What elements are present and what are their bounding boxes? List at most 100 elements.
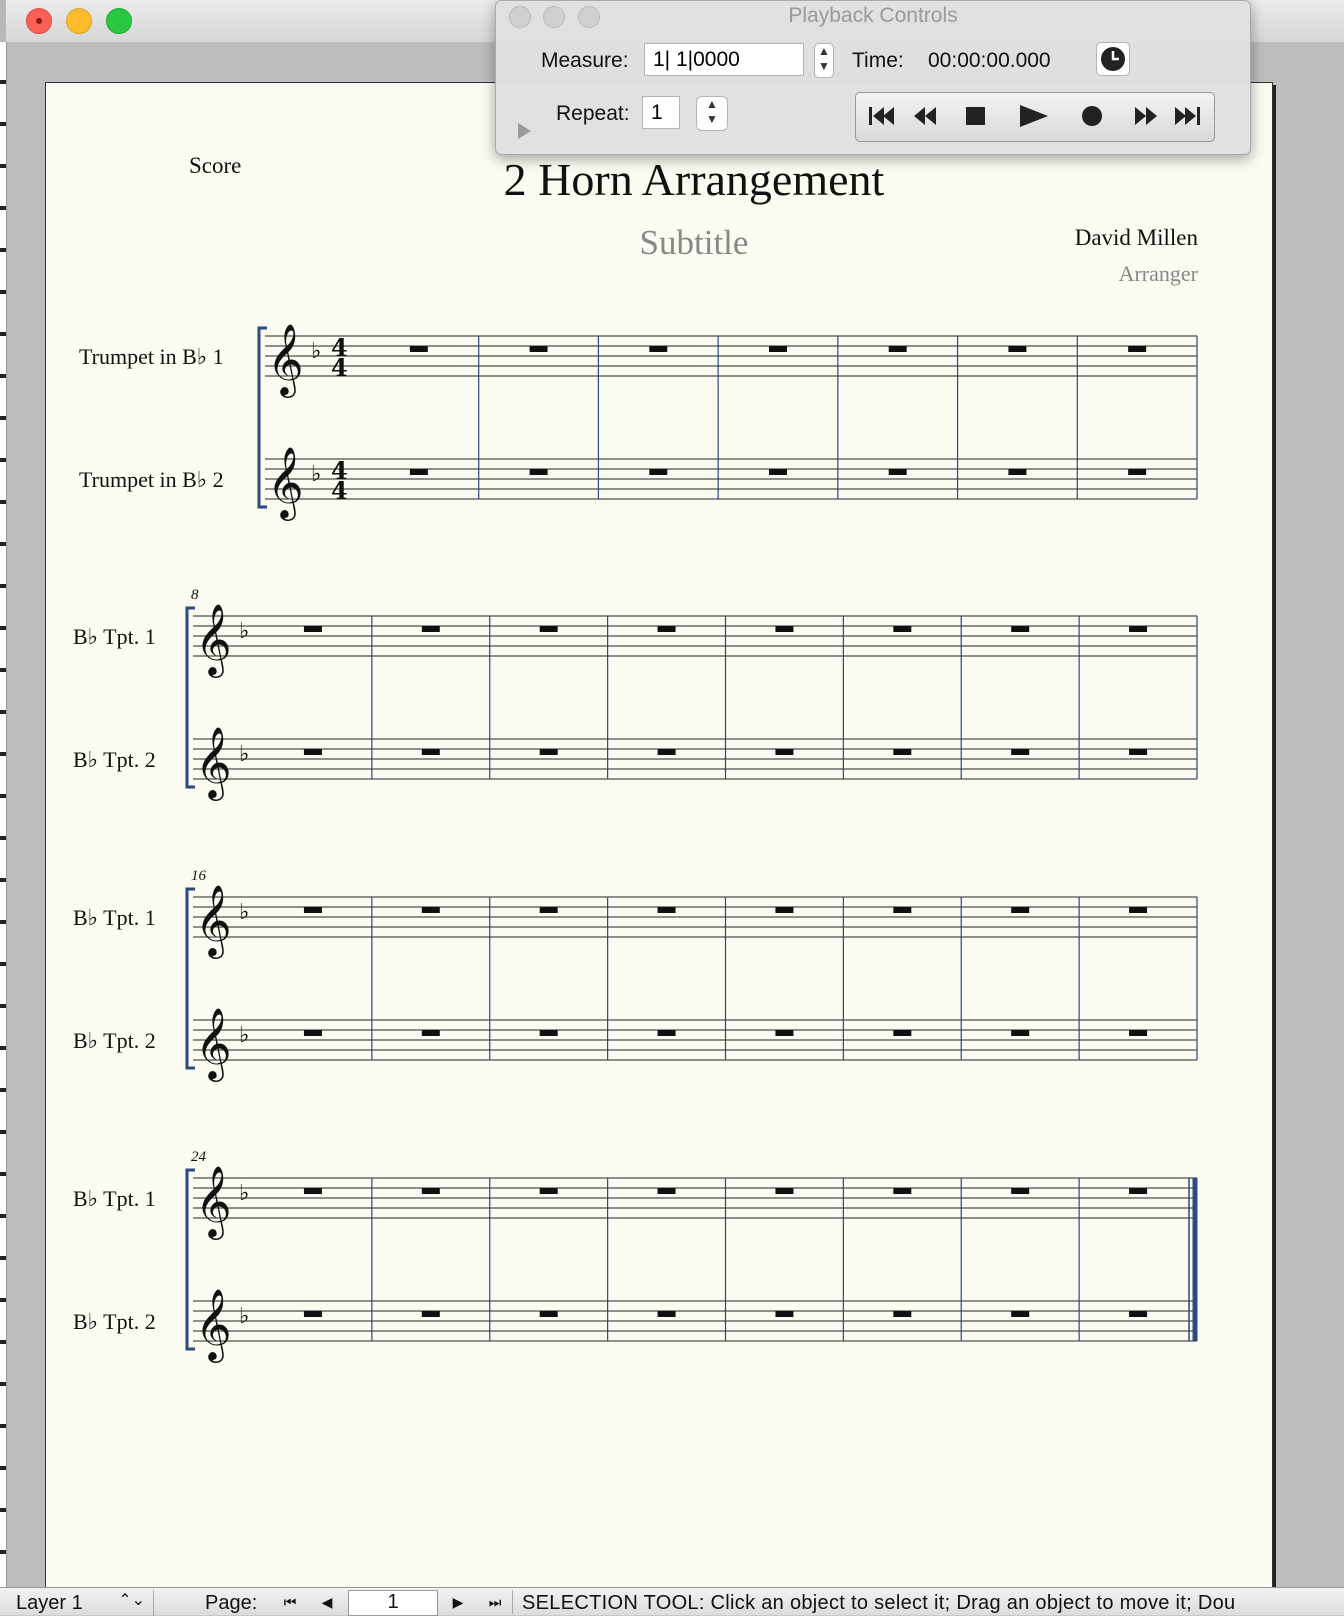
whole-rest[interactable]	[888, 469, 907, 475]
score-page[interactable]: Score 2 Horn Arrangement Subtitle David …	[45, 82, 1273, 1594]
last-page-icon[interactable]: ⏭	[482, 1590, 508, 1614]
whole-rest[interactable]	[1129, 907, 1148, 913]
staff-name[interactable]: B♭ Tpt. 1	[73, 1186, 156, 1211]
whole-rest[interactable]	[1128, 469, 1147, 475]
whole-rest[interactable]	[657, 1030, 676, 1036]
whole-rest[interactable]	[893, 749, 912, 755]
staff-name[interactable]: Trumpet in B♭ 2	[79, 467, 224, 492]
staff-name[interactable]: B♭ Tpt. 2	[73, 1309, 156, 1334]
whole-rest[interactable]	[303, 626, 322, 632]
whole-rest[interactable]	[421, 907, 440, 913]
whole-rest[interactable]	[539, 749, 558, 755]
whole-rest[interactable]	[888, 346, 907, 352]
whole-rest[interactable]	[539, 626, 558, 632]
whole-rest[interactable]	[893, 1188, 912, 1194]
stop-icon[interactable]	[956, 101, 996, 131]
whole-rest[interactable]	[409, 469, 428, 475]
whole-rest[interactable]	[657, 1311, 676, 1317]
whole-rest[interactable]	[657, 1188, 676, 1194]
whole-rest[interactable]	[1008, 469, 1027, 475]
whole-rest[interactable]	[769, 346, 787, 352]
whole-rest[interactable]	[303, 1311, 322, 1317]
close-window-button[interactable]	[26, 8, 52, 34]
whole-rest[interactable]	[769, 469, 787, 475]
record-icon[interactable]	[1072, 101, 1112, 131]
rewind-icon[interactable]	[905, 101, 945, 131]
disclosure-triangle-icon[interactable]	[518, 123, 531, 139]
whole-rest[interactable]	[539, 907, 558, 913]
whole-rest[interactable]	[1011, 1030, 1030, 1036]
whole-rest[interactable]	[421, 1030, 440, 1036]
whole-rest[interactable]	[893, 907, 912, 913]
next-page-icon[interactable]: ▶	[445, 1590, 471, 1614]
whole-rest[interactable]	[529, 346, 548, 352]
minimize-window-button[interactable]	[66, 8, 92, 34]
whole-rest[interactable]	[303, 1188, 322, 1194]
whole-rest[interactable]	[775, 749, 794, 755]
staff-name[interactable]: B♭ Tpt. 1	[73, 624, 156, 649]
measure-field[interactable]: 1| 1|0000	[644, 43, 804, 76]
whole-rest[interactable]	[1011, 626, 1030, 632]
first-page-icon[interactable]: ⏮	[277, 1590, 303, 1614]
whole-rest[interactable]	[775, 1311, 794, 1317]
whole-rest[interactable]	[775, 1030, 794, 1036]
whole-rest[interactable]	[303, 749, 322, 755]
previous-page-icon[interactable]: ◀	[314, 1590, 340, 1614]
whole-rest[interactable]	[1011, 1311, 1030, 1317]
staff-name[interactable]: B♭ Tpt. 2	[73, 747, 156, 772]
playback-controls-palette[interactable]: Playback Controls Measure: 1| 1|0000 ▲ ▼ …	[495, 0, 1251, 155]
zoom-window-button[interactable]	[106, 8, 132, 34]
staff-name[interactable]: B♭ Tpt. 1	[73, 905, 156, 930]
transport-bar	[855, 92, 1215, 142]
whole-rest[interactable]	[893, 1311, 912, 1317]
whole-rest[interactable]	[1129, 1311, 1148, 1317]
whole-rest[interactable]	[303, 907, 322, 913]
whole-rest[interactable]	[1011, 907, 1030, 913]
whole-rest[interactable]	[657, 626, 676, 632]
layer-select[interactable]: Layer 1 ⌃⌄	[8, 1590, 154, 1616]
measure-number[interactable]: 16	[191, 868, 207, 884]
skip-to-end-icon[interactable]	[1169, 101, 1209, 131]
whole-rest[interactable]	[409, 346, 428, 352]
measure-stepper[interactable]: ▲ ▼	[814, 43, 834, 78]
whole-rest[interactable]	[539, 1030, 558, 1036]
whole-rest[interactable]	[649, 346, 668, 352]
whole-rest[interactable]	[657, 907, 676, 913]
clock-icon[interactable]	[1096, 42, 1130, 76]
fast-forward-icon[interactable]	[1126, 101, 1166, 131]
staff-name[interactable]: B♭ Tpt. 2	[73, 1028, 156, 1053]
whole-rest[interactable]	[539, 1311, 558, 1317]
whole-rest[interactable]	[1011, 1188, 1030, 1194]
treble-clef-icon: 𝄞	[195, 602, 232, 678]
page-number-input[interactable]: 1	[348, 1590, 438, 1616]
whole-rest[interactable]	[1128, 346, 1147, 352]
whole-rest[interactable]	[1008, 346, 1027, 352]
whole-rest[interactable]	[1129, 1188, 1148, 1194]
music-notation[interactable]: Trumpet in B♭ 1 𝄞 ♭ 44Trumpet in B♭ 2 𝄞 ♭ 44B♭…	[46, 83, 1272, 1593]
whole-rest[interactable]	[303, 1030, 322, 1036]
whole-rest[interactable]	[421, 1311, 440, 1317]
measure-number[interactable]: 8	[191, 587, 199, 603]
whole-rest[interactable]	[1011, 749, 1030, 755]
whole-rest[interactable]	[893, 1030, 912, 1036]
whole-rest[interactable]	[657, 749, 676, 755]
whole-rest[interactable]	[539, 1188, 558, 1194]
whole-rest[interactable]	[775, 907, 794, 913]
whole-rest[interactable]	[421, 749, 440, 755]
whole-rest[interactable]	[649, 469, 668, 475]
repeat-field[interactable]: 1	[642, 96, 680, 129]
measure-number[interactable]: 24	[191, 1149, 207, 1165]
whole-rest[interactable]	[421, 626, 440, 632]
whole-rest[interactable]	[1129, 1030, 1148, 1036]
whole-rest[interactable]	[529, 469, 548, 475]
whole-rest[interactable]	[421, 1188, 440, 1194]
play-icon[interactable]	[1014, 101, 1054, 131]
whole-rest[interactable]	[775, 1188, 794, 1194]
whole-rest[interactable]	[1129, 749, 1148, 755]
repeat-stepper[interactable]: ▲ ▼	[696, 96, 728, 131]
skip-to-start-icon[interactable]	[860, 101, 900, 131]
whole-rest[interactable]	[775, 626, 794, 632]
whole-rest[interactable]	[893, 626, 912, 632]
whole-rest[interactable]	[1129, 626, 1148, 632]
staff-name[interactable]: Trumpet in B♭ 1	[79, 344, 224, 369]
